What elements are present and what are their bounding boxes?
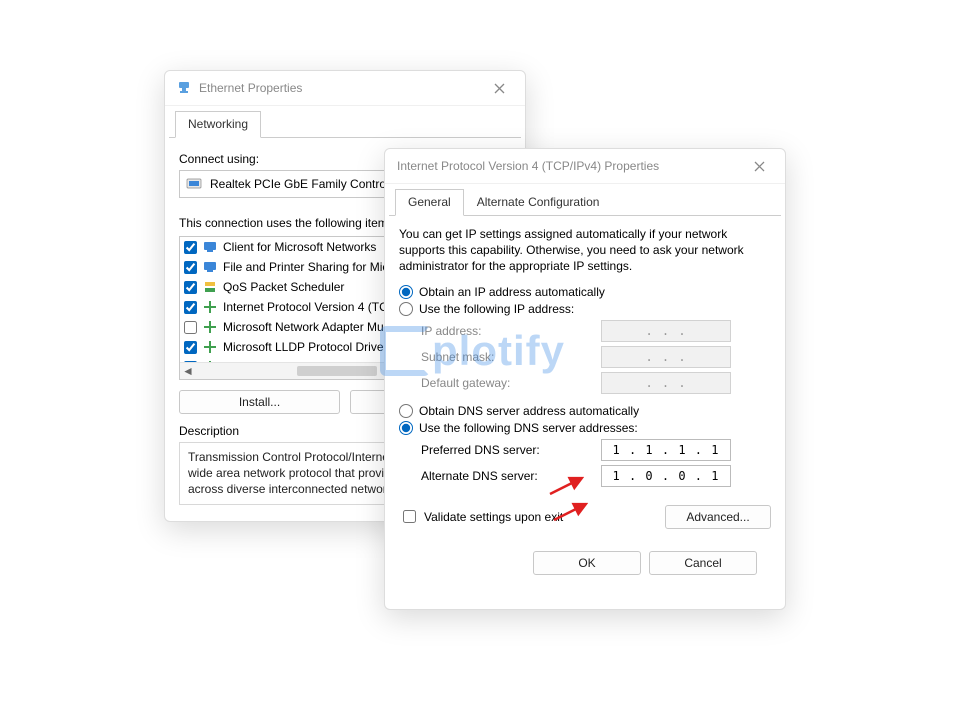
ipv4-properties-window: Internet Protocol Version 4 (TCP/IPv4) P… xyxy=(384,148,786,610)
item-checkbox[interactable] xyxy=(184,241,197,254)
item-label: File and Printer Sharing for Micr xyxy=(223,260,392,274)
alternate-dns-field[interactable]: 1 . 0 . 0 . 1 xyxy=(601,465,731,487)
protocol-icon xyxy=(203,340,217,354)
radio-obtain-dns[interactable]: Obtain DNS server address automatically xyxy=(399,404,771,418)
item-label: Microsoft Network Adapter Mult xyxy=(223,320,390,334)
default-gateway-label: Default gateway: xyxy=(421,376,601,390)
install-button[interactable]: Install... xyxy=(179,390,340,414)
ipv4-titlebar: Internet Protocol Version 4 (TCP/IPv4) P… xyxy=(385,149,785,184)
item-label: Microsoft LLDP Protocol Driver xyxy=(223,340,388,354)
radio-use-ip[interactable]: Use the following IP address: xyxy=(399,302,771,316)
radio-obtain-ip-label: Obtain an IP address automatically xyxy=(419,285,605,299)
ethernet-title: Ethernet Properties xyxy=(199,81,302,95)
protocol-icon xyxy=(203,300,217,314)
radio-obtain-dns-label: Obtain DNS server address automatically xyxy=(419,404,639,418)
tab-networking[interactable]: Networking xyxy=(175,111,261,138)
ip-address-label: IP address: xyxy=(421,324,601,338)
preferred-dns-field[interactable]: 1 . 1 . 1 . 1 xyxy=(601,439,731,461)
radio-use-dns[interactable]: Use the following DNS server addresses: xyxy=(399,421,771,435)
qos-icon xyxy=(203,280,217,294)
client-icon xyxy=(203,240,217,254)
tab-alternate-configuration[interactable]: Alternate Configuration xyxy=(464,189,613,216)
ipv4-intro-text: You can get IP settings assigned automat… xyxy=(399,226,771,275)
item-checkbox[interactable] xyxy=(184,281,197,294)
item-checkbox[interactable] xyxy=(184,261,197,274)
item-label: Internet Protocol Version 4 (TCI xyxy=(223,300,391,314)
ethernet-close-button[interactable] xyxy=(481,74,517,102)
ethernet-titlebar: Ethernet Properties xyxy=(165,71,525,106)
subnet-mask-label: Subnet mask: xyxy=(421,350,601,364)
item-checkbox[interactable] xyxy=(184,321,197,334)
radio-obtain-ip-input[interactable] xyxy=(399,285,413,299)
ipv4-close-button[interactable] xyxy=(741,152,777,180)
ethernet-tabs: Networking xyxy=(169,106,521,138)
adapter-name: Realtek PCIe GbE Family Controlle xyxy=(210,177,398,191)
radio-obtain-ip[interactable]: Obtain an IP address automatically xyxy=(399,285,771,299)
item-label: QoS Packet Scheduler xyxy=(223,280,344,294)
subnet-mask-field: . . . xyxy=(601,346,731,368)
ipv4-title: Internet Protocol Version 4 (TCP/IPv4) P… xyxy=(397,159,659,173)
protocol-icon xyxy=(203,320,217,334)
preferred-dns-label: Preferred DNS server: xyxy=(421,443,601,457)
scroll-left-icon[interactable]: ◄ xyxy=(180,364,196,378)
alternate-dns-label: Alternate DNS server: xyxy=(421,469,601,483)
radio-use-dns-input[interactable] xyxy=(399,421,413,435)
item-label: Client for Microsoft Networks xyxy=(223,240,376,254)
advanced-button[interactable]: Advanced... xyxy=(665,505,771,529)
ethernet-icon xyxy=(177,81,191,95)
tab-general[interactable]: General xyxy=(395,189,464,216)
scroll-thumb-h[interactable] xyxy=(297,366,377,376)
radio-obtain-dns-input[interactable] xyxy=(399,404,413,418)
network-adapter-icon xyxy=(186,177,202,191)
item-checkbox[interactable] xyxy=(184,301,197,314)
radio-use-ip-label: Use the following IP address: xyxy=(419,302,574,316)
ip-address-field: . . . xyxy=(601,320,731,342)
radio-use-dns-label: Use the following DNS server addresses: xyxy=(419,421,638,435)
validate-settings-label: Validate settings upon exit xyxy=(424,510,665,524)
radio-use-ip-input[interactable] xyxy=(399,302,413,316)
ok-button[interactable]: OK xyxy=(533,551,641,575)
cancel-button[interactable]: Cancel xyxy=(649,551,757,575)
item-checkbox[interactable] xyxy=(184,341,197,354)
ipv4-tabs: General Alternate Configuration xyxy=(389,184,781,216)
default-gateway-field: . . . xyxy=(601,372,731,394)
share-icon xyxy=(203,260,217,274)
validate-settings-checkbox[interactable] xyxy=(403,510,416,523)
